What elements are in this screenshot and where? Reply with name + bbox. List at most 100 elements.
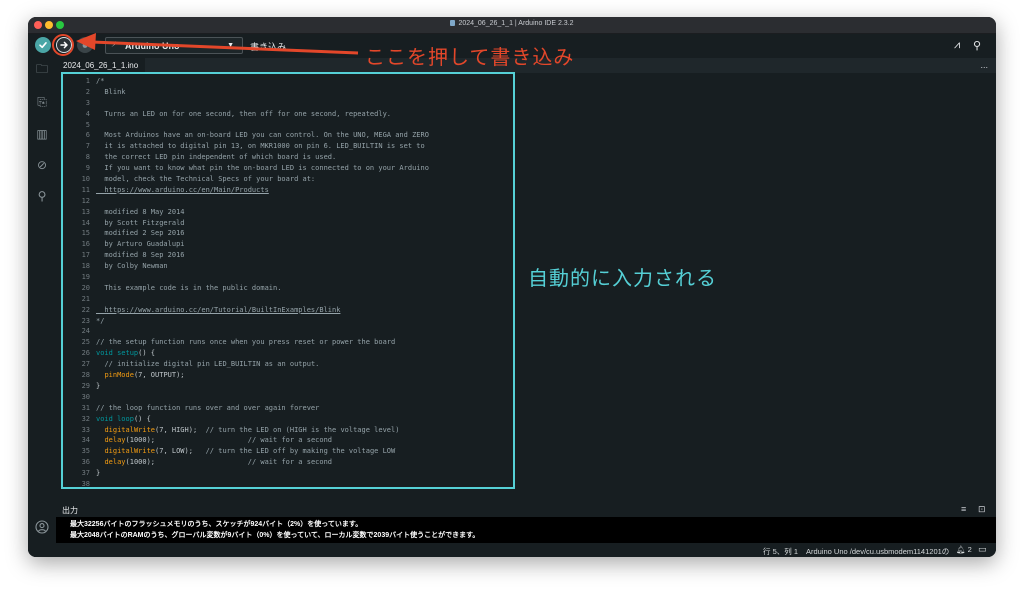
window-title: 2024_06_26_1_1 | Arduino IDE 2.3.2 xyxy=(458,20,574,27)
serial-monitor-icon[interactable]: ⚲ xyxy=(973,39,981,52)
verify-button[interactable] xyxy=(35,37,51,53)
code-line: delay(1000); // wait for a second xyxy=(104,458,333,467)
board-manager-icon[interactable]: ⎘ xyxy=(34,94,50,110)
code-line: by Scott Fitzgerald xyxy=(96,218,185,227)
line-number: 32 xyxy=(81,414,90,423)
check-icon xyxy=(39,42,47,49)
cursor-position[interactable]: 行 5、列 1 xyxy=(763,546,798,557)
upload-tooltip: 書き込み xyxy=(250,42,287,52)
line-number: 11 xyxy=(81,185,90,194)
code-line: it is attached to digital pin 13, on MKR… xyxy=(96,142,425,151)
debug-button[interactable] xyxy=(77,37,93,53)
code-line: modified 8 Sep 2016 xyxy=(96,251,185,260)
auto-input-annotation-text: 自動的に入力される xyxy=(528,266,717,290)
activity-sidebar: 🗀 ⎘ ▥ ⊘ ⚲ xyxy=(28,58,56,557)
lock-icon[interactable]: ⊡ xyxy=(978,504,986,515)
toggle-panel-icon[interactable]: ▭ xyxy=(978,544,987,555)
line-number: 26 xyxy=(81,349,90,358)
line-number: 35 xyxy=(81,447,90,456)
library-icon[interactable]: ▥ xyxy=(34,126,50,142)
line-number: 19 xyxy=(81,273,90,282)
window-title-wrap: 2024_06_26_1_1 | Arduino IDE 2.3.2 xyxy=(28,20,996,27)
line-number: 27 xyxy=(81,360,90,369)
line-number: 21 xyxy=(81,294,90,303)
line-number: 31 xyxy=(81,403,90,412)
line-number: 37 xyxy=(81,469,90,478)
line-number: 3 xyxy=(85,98,90,107)
code-line: } xyxy=(96,469,101,478)
line-number: 30 xyxy=(81,392,90,401)
code-line: pinMode(7, OUTPUT); xyxy=(104,371,185,380)
debug-icon[interactable]: ⊘ xyxy=(34,157,50,173)
line-number: 10 xyxy=(81,175,90,184)
line-number: 20 xyxy=(81,283,90,292)
debug-icon xyxy=(82,43,88,48)
folder-icon[interactable]: 🗀 xyxy=(34,61,50,77)
file-icon xyxy=(450,20,456,26)
line-number: 28 xyxy=(81,371,90,380)
usb-icon: ⚡ xyxy=(111,40,117,49)
code-line: void loop() { xyxy=(96,414,151,423)
output-console: 最大32256バイトのフラッシュメモリのうち、スケッチが924バイト（2%）を使… xyxy=(56,517,996,543)
title-bar: 2024_06_26_1_1 | Arduino IDE 2.3.2 xyxy=(28,17,996,34)
line-number: 6 xyxy=(85,131,90,140)
line-number: 2 xyxy=(85,87,90,96)
line-number: 7 xyxy=(85,142,90,151)
line-number: 25 xyxy=(81,338,90,347)
line-number: 29 xyxy=(81,381,90,390)
line-number: 8 xyxy=(85,153,90,162)
ide-window: 2024_06_26_1_1 | Arduino IDE 2.3.2 ⚡ Ard… xyxy=(28,17,996,557)
line-number-gutter: 1 2 3 4 5 6 7 8 9 10 11 12 13 14 15 16 17 18 19 20 21 22 23 24 2… xyxy=(56,76,90,490)
line-number: 18 xyxy=(81,262,90,271)
code-area[interactable]: /* Blink Turns an LED on for one second,… xyxy=(96,76,429,490)
code-line: digitalWrite(7, HIGH); // turn the LED o… xyxy=(104,425,400,434)
output-line-flash: 最大32256バイトのフラッシュメモリのうち、スケッチが924バイト（2%）を使… xyxy=(70,521,363,528)
notifications-indicator[interactable]: 🔔︎ 2 xyxy=(956,545,972,554)
code-line: Most Arduinos have an on-board LED you c… xyxy=(96,131,429,140)
tab-sketch-file[interactable]: 2024_06_26_1_1.ino xyxy=(56,58,146,74)
code-line: // initialize digital pin LED_BUILTIN as… xyxy=(104,360,320,369)
account-icon-glyph xyxy=(35,520,49,534)
search-icon[interactable]: ⚲ xyxy=(34,188,50,204)
upload-annotation-text: ここを押して書き込み xyxy=(365,45,575,69)
line-number: 23 xyxy=(81,316,90,325)
line-number: 4 xyxy=(85,109,90,118)
line-number: 34 xyxy=(81,436,90,445)
code-line: modified 2 Sep 2016 xyxy=(96,229,185,238)
line-number: 16 xyxy=(81,240,90,249)
code-line: the correct LED pin independent of which… xyxy=(96,153,337,162)
line-number: 15 xyxy=(81,229,90,238)
code-line: model, check the Technical Specs of your… xyxy=(96,175,316,184)
more-tabs-button[interactable]: ... xyxy=(980,58,988,72)
code-line: by Colby Newman xyxy=(96,262,168,271)
code-line: https://www.arduino.cc/en/Tutorial/Built… xyxy=(96,305,341,314)
notification-count: 2 xyxy=(967,545,972,554)
bell-icon: 🔔︎ xyxy=(956,545,966,554)
serial-plotter-icon[interactable]: ⩘ xyxy=(954,39,960,52)
code-line: If you want to know what pin the on-boar… xyxy=(96,164,429,173)
code-line: // the setup function runs once when you… xyxy=(96,338,396,347)
code-editor[interactable]: 1 2 3 4 5 6 7 8 9 10 11 12 13 14 15 16 17 18 19 20 21 22 23 24 2… xyxy=(56,73,996,505)
code-line: This example code is in the public domai… xyxy=(96,283,282,292)
board-port-status[interactable]: Arduino Uno /dev/cu.usbmodem1141201の xyxy=(806,546,949,557)
account-icon[interactable] xyxy=(34,520,50,536)
clear-output-icon[interactable]: ≡ xyxy=(961,504,966,514)
board-selector[interactable]: ⚡ Arduino Uno ▼ xyxy=(105,37,243,54)
code-line: // the loop function runs over and over … xyxy=(96,403,320,412)
status-bar: 行 5、列 1 Arduino Uno /dev/cu.usbmodem1141… xyxy=(28,543,996,557)
code-line: delay(1000); // wait for a second xyxy=(104,436,333,445)
code-line: void setup() { xyxy=(96,349,156,358)
line-number: 38 xyxy=(81,479,90,488)
output-line-ram: 最大2048バイトのRAMのうち、グローバル変数が9バイト（0%）を使っていて、… xyxy=(70,532,480,539)
line-number: 5 xyxy=(85,120,90,129)
output-panel-header: 出力 ≡ ⊡ xyxy=(56,504,996,517)
line-number: 33 xyxy=(81,425,90,434)
line-number: 14 xyxy=(81,218,90,227)
